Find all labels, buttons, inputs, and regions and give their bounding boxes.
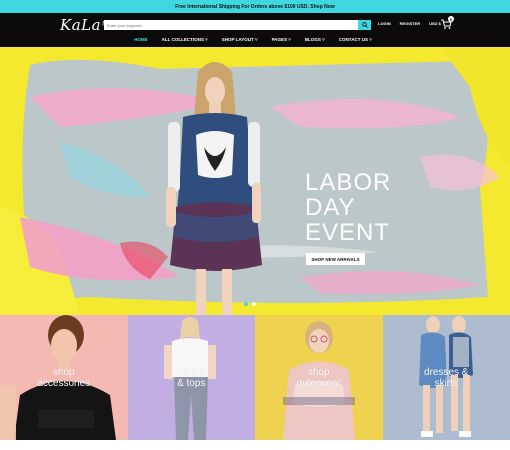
category-tshirts-tops[interactable]: t-shirts & tops <box>127 315 256 440</box>
category-dresses-skirts[interactable]: dresses & skirts <box>382 315 510 440</box>
slide-dot-1[interactable] <box>244 302 248 306</box>
category-tshirts-line-1: t-shirts <box>176 367 207 378</box>
category-accessories-line-1: shop <box>52 367 75 378</box>
register-link[interactable]: REGISTER <box>400 21 420 26</box>
hero-title-line-1: LABOR <box>305 169 392 196</box>
nav-home[interactable]: HOME <box>134 37 148 42</box>
slide-dot-2[interactable] <box>252 302 256 306</box>
store-logo[interactable]: KaLa ع <box>60 16 106 34</box>
category-dresses-label: dresses & skirts <box>383 367 510 389</box>
search-bar <box>104 20 371 30</box>
category-banners: shop accessories t-shirts & tops shop ou… <box>0 315 510 440</box>
hero-slider[interactable]: LABOR DAY EVENT SHOP NEW ARRIVALS <box>0 47 510 315</box>
hero-headline: LABOR DAY EVENT <box>305 170 391 245</box>
main-nav: HOME ALL COLLECTIONS ˅ SHOP LAYOUT ˅ PAG… <box>0 33 510 45</box>
announcement-text[interactable]: Free International Shipping For Orders a… <box>175 4 334 10</box>
shop-new-arrivals-button[interactable]: SHOP NEW ARRIVALS <box>306 253 365 265</box>
search-input[interactable] <box>104 20 358 30</box>
nav-contact-us[interactable]: CONTACT US ˅ <box>339 37 372 42</box>
cart-count-badge: 0 <box>448 16 454 22</box>
category-outerwear-line-2: outerwear <box>296 378 341 389</box>
login-link[interactable]: LOGIN <box>378 21 391 26</box>
search-icon <box>361 22 368 28</box>
category-outerwear-line-1: shop <box>307 367 330 378</box>
category-accessories-label: shop accessories <box>0 367 128 389</box>
logo-text: KaLa <box>60 16 102 34</box>
hero-title-line-2: DAY <box>305 194 356 221</box>
hero-background-image <box>0 47 510 315</box>
nav-shop-layout[interactable]: SHOP LAYOUT ˅ <box>222 37 258 42</box>
nav-pages[interactable]: PAGES ˅ <box>272 37 291 42</box>
category-dresses-line-1: dresses & <box>424 367 469 378</box>
category-accessories-line-2: accessories <box>37 378 91 389</box>
category-tshirts-label: t-shirts & tops <box>128 367 256 389</box>
search-button[interactable] <box>358 20 371 30</box>
slider-dots <box>244 302 256 306</box>
category-tshirts-line-2: & tops <box>177 378 206 389</box>
nav-blogs[interactable]: BLOGS ˅ <box>305 37 325 42</box>
account-links: LOGIN REGISTER USD $ <box>378 21 441 26</box>
announcement-bar[interactable]: Free International Shipping For Orders a… <box>0 0 510 13</box>
category-accessories[interactable]: shop accessories <box>0 315 128 440</box>
category-outerwear[interactable]: shop outerwear <box>255 315 383 440</box>
nav-all-collections[interactable]: ALL COLLECTIONS ˅ <box>162 37 208 42</box>
category-outerwear-label: shop outerwear <box>255 367 383 389</box>
hero-title-line-3: EVENT <box>305 219 391 246</box>
category-dresses-line-2: skirts <box>434 378 458 389</box>
